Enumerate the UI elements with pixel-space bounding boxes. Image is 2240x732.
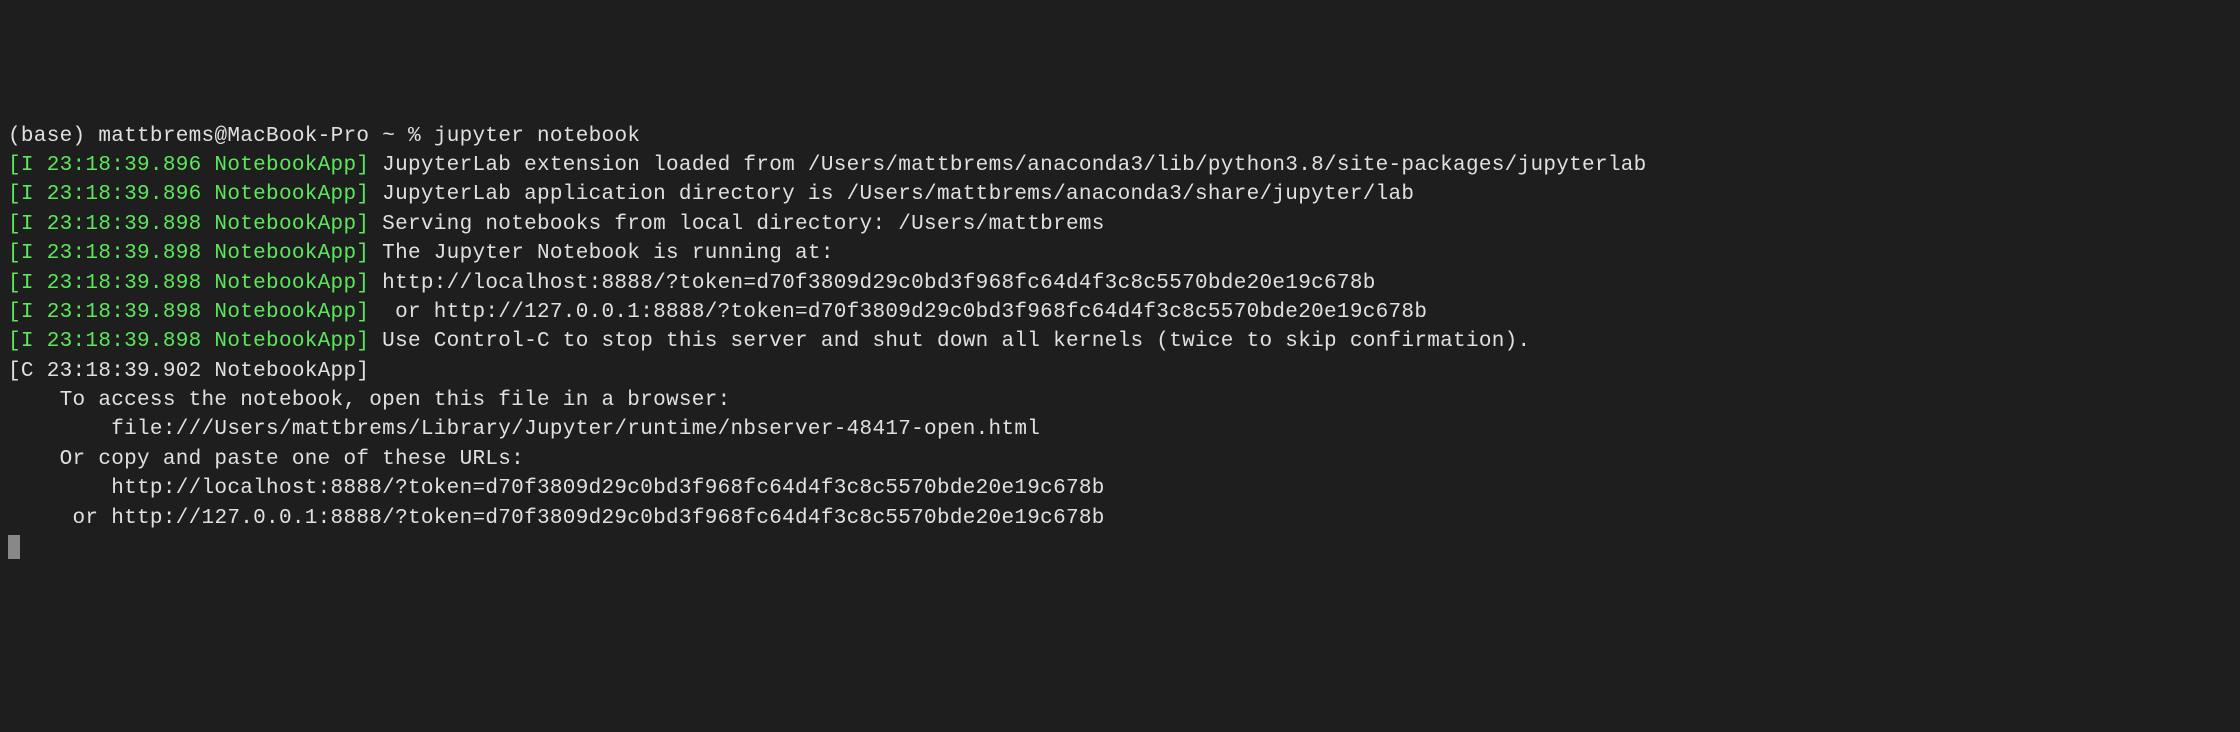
access-or-header: Or copy and paste one of these URLs: [8, 445, 2232, 474]
prompt-env: (base) [8, 125, 85, 148]
log-tag: [I 23:18:39.898 NotebookApp] [8, 272, 369, 295]
access-url1: http://localhost:8888/?token=d70f3809d29… [8, 474, 2232, 503]
log-tag: [I 23:18:39.898 NotebookApp] [8, 213, 369, 236]
prompt-line: (base) mattbrems@MacBook-Pro ~ % jupyter… [8, 122, 2232, 151]
log-tag: [I 23:18:39.898 NotebookApp] [8, 301, 369, 324]
log-tag: [I 23:18:39.896 NotebookApp] [8, 183, 369, 206]
log-message: The Jupyter Notebook is running at: [369, 242, 833, 265]
log-tag: [I 23:18:39.896 NotebookApp] [8, 154, 369, 177]
command-text: jupyter notebook [434, 125, 640, 148]
prompt-user-host: mattbrems@MacBook-Pro [98, 125, 369, 148]
log-message: Serving notebooks from local directory: … [369, 213, 1104, 236]
log-line: [I 23:18:39.896 NotebookApp] JupyterLab … [8, 151, 2232, 180]
log-tag: [C 23:18:39.902 NotebookApp] [8, 360, 369, 383]
prompt-path: ~ [382, 125, 395, 148]
access-header: To access the notebook, open this file i… [8, 386, 2232, 415]
prompt-symbol: % [408, 125, 421, 148]
log-line: [I 23:18:39.898 NotebookApp] The Jupyter… [8, 239, 2232, 268]
log-message: http://localhost:8888/?token=d70f3809d29… [369, 272, 1375, 295]
log-message: Use Control-C to stop this server and sh… [369, 330, 1530, 353]
terminal-output[interactable]: (base) mattbrems@MacBook-Pro ~ % jupyter… [8, 122, 2232, 563]
log-message: JupyterLab extension loaded from /Users/… [369, 154, 1646, 177]
log-line: [I 23:18:39.898 NotebookApp] or http://1… [8, 298, 2232, 327]
log-tag: [I 23:18:39.898 NotebookApp] [8, 242, 369, 265]
cursor-icon [8, 535, 20, 559]
log-line: [I 23:18:39.898 NotebookApp] Serving not… [8, 210, 2232, 239]
access-url2: or http://127.0.0.1:8888/?token=d70f3809… [8, 504, 2232, 533]
log-line: [I 23:18:39.896 NotebookApp] JupyterLab … [8, 180, 2232, 209]
log-message: or http://127.0.0.1:8888/?token=d70f3809… [369, 301, 1427, 324]
log-tag: [I 23:18:39.898 NotebookApp] [8, 330, 369, 353]
log-line: [I 23:18:39.898 NotebookApp] http://loca… [8, 269, 2232, 298]
access-file-url: file:///Users/mattbrems/Library/Jupyter/… [8, 415, 2232, 444]
log-message: JupyterLab application directory is /Use… [369, 183, 1414, 206]
log-lines: [I 23:18:39.896 NotebookApp] JupyterLab … [8, 151, 2232, 386]
log-line: [I 23:18:39.898 NotebookApp] Use Control… [8, 327, 2232, 356]
log-line: [C 23:18:39.902 NotebookApp] [8, 357, 2232, 386]
